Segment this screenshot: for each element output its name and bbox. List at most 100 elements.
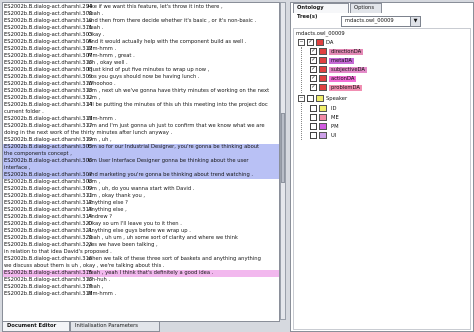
tree-node-da[interactable]: − ✓ DA xyxy=(298,39,333,47)
utterance-text: yes we have been talking , xyxy=(88,242,158,248)
transcript-row[interactable]: ES2002b.B.dialog-act.dharshi.318 Mm-hmm . xyxy=(3,291,279,298)
checkbox[interactable]: ✓ xyxy=(310,84,317,91)
dialog-act-id: ES2002b.B.dialog-act.dharshi.307 xyxy=(4,172,93,178)
transcript-row[interactable]: ES2002b.B.dialog-act.dharshi.306 Um User … xyxy=(3,158,279,172)
utterance-text: Okay so um I'll leave you to it then . xyxy=(88,221,182,227)
transcript-row[interactable]: ES2002b.B.dialog-act.dharshi.309 cos you … xyxy=(3,74,279,81)
checkbox[interactable] xyxy=(310,105,317,112)
utterance-text: Um , okay thank you , xyxy=(88,193,146,199)
transcript-row[interactable]: ES2002b.B.dialog-act.dharshi.312 Mm-hmm . xyxy=(3,46,279,53)
transcript-list: ES2002b.B.dialog-act.dharshi.294 like if … xyxy=(3,4,279,298)
tree-node-me[interactable]: ME xyxy=(310,114,341,122)
transcript-row[interactable]: ES2002b.B.dialog-act.dharshi.310 Whoohoo … xyxy=(3,81,279,88)
dialog-act-id: ES2002b.B.dialog-act.dharshi.308 xyxy=(4,179,93,185)
utterance-text: Mm-hmm , great . xyxy=(88,53,135,59)
transcript-row[interactable]: ES2002b.B.dialog-act.dharshi.318 Um , nex… xyxy=(3,88,279,95)
tab-initialisation-parameters[interactable]: Initialisation Parameters xyxy=(70,322,160,332)
dialog-act-id: ES2002b.B.dialog-act.dharshi.318 xyxy=(4,291,93,297)
transcript-row[interactable]: ES2002b.B.dialog-act.dharshi.313 Anything… xyxy=(3,207,279,214)
checkbox[interactable]: ✓ xyxy=(310,75,317,82)
transcript-row[interactable]: ES2002b.B.dialog-act.dharshi.310 and then… xyxy=(3,18,279,25)
transcript-row[interactable]: ES2002b.B.dialog-act.dharshi.315 Yeah , y… xyxy=(3,270,279,277)
utterance-text: Mm-hmm . xyxy=(88,291,117,297)
tree-connector xyxy=(301,103,302,140)
checkbox[interactable]: ✓ xyxy=(310,48,317,55)
transcript-row[interactable]: ES2002b.B.dialog-act.dharshi.317 Um and I… xyxy=(3,123,279,137)
transcript-row[interactable]: ES2002b.B.dialog-act.dharshi.308 Um , xyxy=(3,179,279,186)
transcript-row[interactable]: ES2002b.B.dialog-act.dharshi.314 Andrew ? xyxy=(3,214,279,221)
ontology-select-value: mdacts.owl_00009 xyxy=(345,18,394,24)
tree-node-ui[interactable]: UI xyxy=(310,132,338,140)
tree-root[interactable]: mdacts.owl_00009 xyxy=(296,30,345,38)
checkbox[interactable]: ✓ xyxy=(310,57,317,64)
checkbox[interactable] xyxy=(310,123,317,130)
transcript-row[interactable]: ES2002b.B.dialog-act.dharshi.307 and mark… xyxy=(3,172,279,179)
dialog-act-id: ES2002b.B.dialog-act.dharshi.314 xyxy=(4,214,93,220)
tab-document-editor[interactable]: Document Editor xyxy=(2,322,70,332)
utterance-text: cos you guys should now be having lunch … xyxy=(88,74,200,80)
utterance-text: like if we want this feature, let's thro… xyxy=(88,4,223,10)
tree-node-pm[interactable]: PM xyxy=(310,123,341,131)
da-checkbox[interactable]: ✓ xyxy=(307,39,314,46)
utterance-text: Um , next uh we've gonna have thirty min… xyxy=(88,88,270,94)
tree-node-actionda[interactable]: ✓ actionDA xyxy=(310,75,357,83)
dialog-act-id: ES2002b.B.dialog-act.dharshi.315 xyxy=(4,270,93,276)
transcript-row[interactable]: ES2002b.B.dialog-act.dharshi.314 I'll be … xyxy=(3,102,279,116)
transcript-row[interactable]: ES2002b.B.dialog-act.dharshi.305 Um so fo… xyxy=(3,144,279,158)
transcript-row[interactable]: ES2002b.B.dialog-act.dharshi.316 Uh-huh . xyxy=(3,277,279,284)
transcript-scrollbar[interactable] xyxy=(280,2,286,320)
transcript-row[interactable]: ES2002b.B.dialog-act.dharshi.303 Okay . xyxy=(3,32,279,39)
tree-node-speaker[interactable]: − Speaker xyxy=(298,95,347,103)
dialog-act-id: ES2002b.B.dialog-act.dharshi.312 xyxy=(4,46,93,52)
transcript-row[interactable]: ES2002b.B.dialog-act.dharshi.317 Yeah , xyxy=(3,284,279,291)
tree-node-subjectiveda[interactable]: ✓ subjectiveDA xyxy=(310,66,367,74)
dialog-act-id: ES2002b.B.dialog-act.dharshi.305 xyxy=(4,144,93,150)
color-swatch-icon xyxy=(319,114,327,121)
transcript-row[interactable]: ES2002b.B.dialog-act.dharshi.323 yes we h… xyxy=(3,242,279,256)
transcript-row[interactable]: ES2002b.B.dialog-act.dharshi.308 I just k… xyxy=(3,67,279,74)
utterance-continuation: doing in the next work of the thirty min… xyxy=(4,130,173,136)
transcript-row[interactable]: ES2002b.B.dialog-act.dharshi.316 Uh , oka… xyxy=(3,60,279,67)
transcript-row[interactable]: ES2002b.B.dialog-act.dharshi.309 Um , uh,… xyxy=(3,186,279,193)
collapse-toggle-icon[interactable]: − xyxy=(298,95,305,102)
tree-node-problemda[interactable]: ✓ problemDA xyxy=(310,84,362,92)
tree-node-label: ME xyxy=(331,114,339,121)
checkbox[interactable]: ✓ xyxy=(310,66,317,73)
transcript-row[interactable]: ES2002b.B.dialog-act.dharshi.321 Anything… xyxy=(3,228,279,235)
utterance-text: Um so for our Industrial Designer, you'r… xyxy=(88,144,260,150)
transcript-row[interactable]: ES2002b.B.dialog-act.dharshi.294 like if … xyxy=(3,4,279,11)
tree-node-id[interactable]: ID xyxy=(310,105,339,113)
dialog-act-id: ES2002b.B.dialog-act.dharshi.310 xyxy=(4,81,93,87)
transcript-row[interactable]: ES2002b.B.dialog-act.dharshi.313 Mm-hmm . xyxy=(3,116,279,123)
checkbox[interactable] xyxy=(310,114,317,121)
transcript-row[interactable]: ES2002b.B.dialog-act.dharshi.312 Um , xyxy=(3,95,279,102)
dialog-act-id: ES2002b.B.dialog-act.dharshi.313 xyxy=(4,116,93,122)
scrollbar-thumb[interactable] xyxy=(281,113,285,183)
collapse-toggle-icon[interactable]: − xyxy=(298,39,305,46)
transcript-row[interactable]: ES2002b.B.dialog-act.dharshi.320 Okay so … xyxy=(3,221,279,228)
chevron-down-icon[interactable]: ▼ xyxy=(410,17,420,26)
color-swatch-icon xyxy=(316,39,324,46)
tab-options[interactable]: Options xyxy=(350,3,382,13)
transcript-row[interactable]: ES2002b.B.dialog-act.dharshi.311 Um , oka… xyxy=(3,193,279,200)
speaker-checkbox[interactable] xyxy=(307,95,314,102)
transcript-row[interactable]: ES2002b.B.dialog-act.dharshi.305 And it w… xyxy=(3,39,279,46)
transcript-row[interactable]: ES2002b.B.dialog-act.dharshi.307 Mm-hmm ,… xyxy=(3,53,279,60)
transcript-row[interactable]: ES2002b.B.dialog-act.dharshi.311 Yeah . xyxy=(3,25,279,32)
tree-node-directionda[interactable]: ✓ directionDA xyxy=(310,48,364,56)
transcript-row[interactable]: ES2002b.B.dialog-act.dharshi.322 Yeah , u… xyxy=(3,235,279,242)
color-swatch-icon xyxy=(319,123,327,130)
utterance-text: Um , uh, do you wanna start with David . xyxy=(88,186,195,192)
color-swatch-icon xyxy=(316,95,324,102)
color-swatch-icon xyxy=(319,105,327,112)
dialog-act-id: ES2002b.B.dialog-act.dharshi.317 xyxy=(4,284,93,290)
dialog-act-id: ES2002b.B.dialog-act.dharshi.314 xyxy=(4,102,93,108)
ontology-select[interactable]: mdacts.owl_00009 ▼ xyxy=(341,16,421,27)
tree-node-metada[interactable]: ✓ metaDA xyxy=(310,57,354,65)
checkbox[interactable] xyxy=(310,132,317,139)
transcript-row[interactable]: ES2002b.B.dialog-act.dharshi.302 Yeah . xyxy=(3,11,279,18)
tab-ontology-trees[interactable]: Ontology Tree(s) xyxy=(293,3,349,20)
transcript-row[interactable]: ES2002b.B.dialog-act.dharshi.319 Um , uh … xyxy=(3,137,279,144)
transcript-row[interactable]: ES2002b.B.dialog-act.dharshi.312 Anything… xyxy=(3,200,279,207)
transcript-row[interactable]: ES2002b.B.dialog-act.dharshi.316 when we … xyxy=(3,256,279,270)
